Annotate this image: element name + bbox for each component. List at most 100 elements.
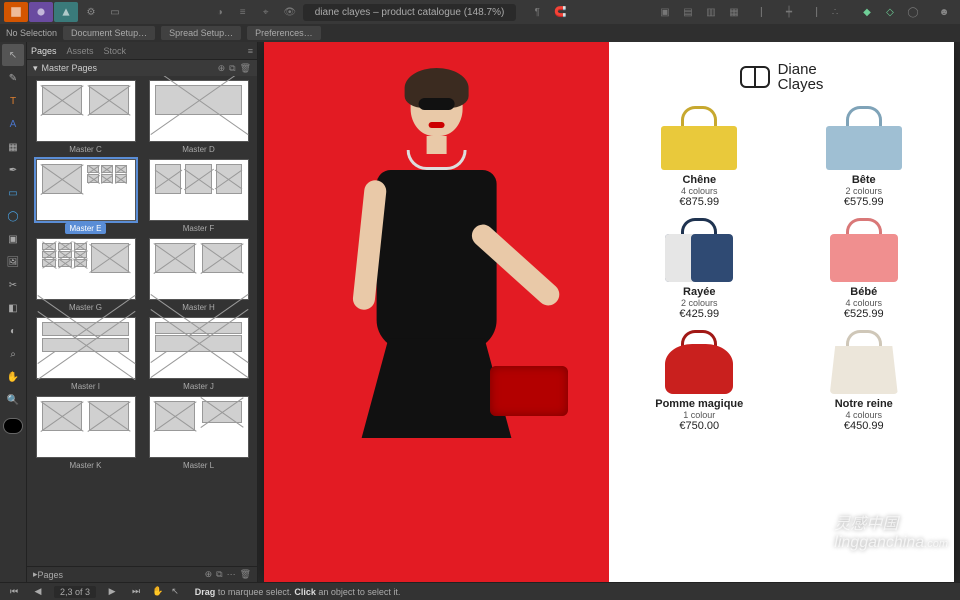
arrange-forward-icon[interactable]: ▥ [700,2,722,22]
brand-line2: Clayes [778,77,824,92]
shape-ellipse-tool[interactable]: ◯ [2,205,24,227]
bag-icon [822,106,906,170]
add-master-icon[interactable]: ⊕ [218,63,226,74]
view-hand-tool[interactable]: ✋ [2,366,24,388]
pen-tool[interactable]: ✒ [2,159,24,181]
magnet-icon[interactable]: 🧲 [549,2,571,22]
duplicate-master-icon[interactable]: ⧉ [229,63,235,74]
hand-hint-icon: ✋ [152,586,163,597]
duplicate-page-icon[interactable]: ⧉ [216,569,222,580]
bag-icon [822,218,906,282]
move-tool[interactable]: ↖ [2,44,24,66]
align-right-icon[interactable]: ⎹ [801,2,823,22]
master-page-item[interactable]: Master K [33,396,138,471]
master-page-item[interactable]: Master E [33,159,138,234]
context-toolbar: No Selection Document Setup… Spread Setu… [0,24,960,42]
app-tab-photo[interactable] [29,2,53,22]
product-item: Bébé4 colours€525.99 [792,218,937,320]
page-right[interactable]: Diane Clayes Chêne4 colours€875.99Bête2 … [609,42,954,582]
product-name: Rayée [683,286,715,298]
insert-green2-icon[interactable]: ◇ [879,2,901,22]
first-page-button[interactable]: ⏮ [6,586,22,597]
master-page-label: Master G [65,302,106,313]
tab-assets[interactable]: Assets [67,46,94,56]
delete-master-icon[interactable]: 🗑 [240,63,251,74]
master-page-item[interactable]: Master D [146,80,251,155]
app-tab-designer[interactable] [54,2,78,22]
textflow-icon[interactable]: ¶ [526,2,548,22]
toggle-baseline-icon[interactable]: ≡ [232,2,254,22]
artistic-text-tool[interactable]: A [2,113,24,135]
master-page-label: Master J [179,381,218,392]
product-item: Notre reine4 colours€450.99 [792,330,937,432]
arrange-backward-icon[interactable]: ▤ [677,2,699,22]
toggle-preview-icon[interactable]: ◑ [209,2,231,22]
add-page-icon[interactable]: ⊕ [205,569,213,580]
view-mode-icon[interactable]: 👁 [279,2,301,22]
canvas[interactable]: Diane Clayes Chêne4 colours€875.99Bête2 … [258,42,960,582]
node-tool[interactable]: ✎ [2,67,24,89]
distribute-icon[interactable]: ∴ [824,2,846,22]
product-name: Bête [852,174,876,186]
pages-panel: Pages Assets Stock ≡ ▾ Master Pages ⊕ ⧉ … [26,42,258,582]
product-item: Bête2 colours€575.99 [792,106,937,208]
product-colours: 4 colours [845,298,882,308]
product-name: Chêne [682,174,716,186]
master-page-item[interactable]: Master J [146,317,251,392]
display-icon[interactable]: ▭ [104,2,126,22]
master-page-item[interactable]: Master C [33,80,138,155]
brand-mark-icon [740,66,770,88]
next-page-button[interactable]: ▶ [104,586,120,597]
master-page-label: Master D [178,144,218,155]
tab-stock[interactable]: Stock [104,46,127,56]
delete-page-icon[interactable]: 🗑 [240,569,251,580]
align-center-icon[interactable]: ┿ [778,2,800,22]
spread[interactable]: Diane Clayes Chêne4 colours€875.99Bête2 … [264,42,954,582]
last-page-button[interactable]: ⏭ [128,586,144,597]
page-options-icon[interactable]: ⋯ [227,569,236,580]
preferences-button[interactable]: Preferences… [247,26,321,40]
product-colours: 4 colours [681,186,718,196]
product-name: Notre reine [835,398,893,410]
document-title[interactable]: diane clayes – product catalogue (148.7%… [303,4,517,21]
colour-picker-tool[interactable]: ⌕ [2,343,24,365]
persona-settings-icon[interactable]: ⚙ [80,2,102,22]
master-page-item[interactable]: Master L [146,396,251,471]
page-counter[interactable]: 2,3 of 3 [54,586,96,598]
master-page-label: Master C [65,144,105,155]
account-icon[interactable]: ☻ [932,2,956,22]
arrange-front-icon[interactable]: ▦ [723,2,745,22]
page-left[interactable] [264,42,609,582]
tab-pages[interactable]: Pages [31,46,57,56]
master-page-item[interactable]: Master I [33,317,138,392]
master-page-item[interactable]: Master F [146,159,251,234]
arrange-back-icon[interactable]: ▣ [654,2,676,22]
prev-page-button[interactable]: ◀ [30,586,46,597]
brand-line1: Diane [778,62,824,77]
insert-circle-icon[interactable]: ◯ [902,2,924,22]
panel-menu-icon[interactable]: ≡ [248,46,253,56]
stroke-fill-well[interactable] [3,418,23,434]
toggle-snapping-icon[interactable]: ⌖ [255,2,277,22]
disclosure-icon[interactable]: ▾ [33,63,38,74]
fill-tool[interactable]: ◧ [2,297,24,319]
insert-green1-icon[interactable]: ◆ [856,2,878,22]
picture-frame-tool[interactable]: ▣ [2,228,24,250]
align-left-icon[interactable]: ⎸ [755,2,777,22]
bag-icon [657,106,741,170]
place-image-tool[interactable]: 🖼 [2,251,24,273]
spread-setup-button[interactable]: Spread Setup… [161,26,241,40]
bag-icon [657,218,741,282]
app-tab-publisher[interactable] [4,2,28,22]
product-name: Pomme magique [655,398,743,410]
product-item: Rayée2 colours€425.99 [627,218,772,320]
shape-rectangle-tool[interactable]: ▭ [2,182,24,204]
master-pages-header: Master Pages [42,63,98,73]
text-frame-tool[interactable]: T [2,90,24,112]
table-tool[interactable]: ▦ [2,136,24,158]
vector-crop-tool[interactable]: ✂ [2,274,24,296]
transparency-tool[interactable]: ◐ [2,320,24,342]
document-setup-button[interactable]: Document Setup… [63,26,155,40]
zoom-tool[interactable]: 🔍 [2,389,24,411]
master-page-label: Master K [65,460,105,471]
